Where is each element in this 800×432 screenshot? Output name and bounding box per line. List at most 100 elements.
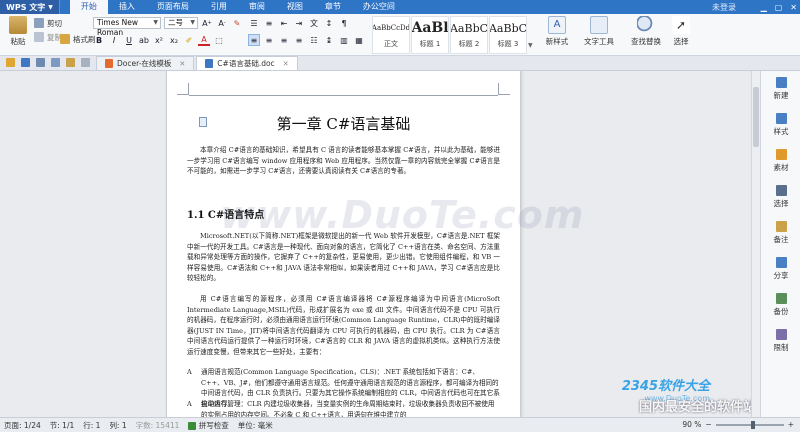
char-border-icon[interactable]: ⬚ (213, 34, 225, 46)
document-tab[interactable]: Docer-在线模板 ✕ (96, 56, 195, 71)
align-center-icon[interactable]: ≡ (263, 34, 275, 46)
font-size-value: 二号 (168, 18, 183, 27)
minimize-icon[interactable]: ▁ (761, 3, 767, 12)
maximize-icon[interactable]: ▢ (775, 3, 783, 12)
select-button[interactable]: ➚ 选择 (668, 16, 694, 47)
menu-tab[interactable]: 插入 (108, 0, 146, 14)
menu-tab[interactable]: 章节 (314, 0, 352, 14)
superscript-icon[interactable]: x² (153, 34, 165, 46)
status-page[interactable]: 页面: 1/24 (4, 420, 41, 431)
align-left-icon[interactable]: ≡ (248, 34, 260, 46)
menu-tab[interactable]: 页面布局 (146, 0, 200, 14)
save-icon[interactable] (21, 58, 30, 67)
zoom-in-icon[interactable]: + (788, 420, 794, 429)
sidebar-item[interactable]: 选择 (761, 185, 800, 209)
zoom-level[interactable]: 90 % (682, 420, 701, 429)
sidebar-item[interactable]: 分享 (761, 257, 800, 281)
magnifier-icon (637, 16, 655, 34)
sort-icon[interactable]: ↕ (323, 17, 335, 29)
border-icon[interactable]: ▦ (353, 34, 365, 46)
document-tab-label: Docer-在线模板 (117, 58, 172, 68)
document-page[interactable]: 第一章 C#语言基础 本章介绍 C#语言的基础知识，希望具有 C 语言的读者能够… (166, 71, 521, 417)
highlight-icon[interactable]: ✐ (183, 34, 195, 46)
bullet-list-icon[interactable]: ☰ (248, 17, 260, 29)
redo-icon[interactable] (81, 58, 90, 67)
text-tools-button[interactable]: 文字工具 (580, 16, 618, 47)
style-preset[interactable]: AaBbCcDd 正文 (372, 16, 410, 54)
style-name: 正文 (384, 40, 398, 48)
style-preview: AaBbC (490, 21, 526, 35)
line-spacing-icon[interactable]: ↨ (323, 34, 335, 46)
print-icon[interactable] (36, 58, 45, 67)
window-controls: ▁ ▢ ✕ (761, 0, 797, 14)
spell-check-toggle[interactable]: 拼写检查 (188, 420, 229, 431)
sidebar-item[interactable]: 限制 (761, 329, 800, 353)
paste-button[interactable]: 粘贴 (4, 16, 32, 47)
format-painter-button[interactable]: 格式刷 (60, 32, 96, 46)
justify-icon[interactable]: ≡ (293, 34, 305, 46)
new-style-icon: A (548, 16, 566, 34)
sidebar-item[interactable]: 备份 (761, 293, 800, 317)
document-tabs: Docer-在线模板 ✕ C#语言基础.doc ✕ (96, 56, 300, 70)
new-style-button[interactable]: A 新样式 (540, 16, 574, 47)
menu-tab[interactable]: 开始 (69, 0, 108, 14)
status-word-count[interactable]: 字数: 15411 (136, 420, 180, 431)
watermark-brand: 2345软件大全 (621, 379, 710, 394)
show-marks-icon[interactable]: ¶ (338, 17, 350, 29)
login-link[interactable]: 未登录 (712, 2, 736, 13)
menu-tab[interactable]: 引用 (200, 0, 238, 14)
sidebar-item[interactable]: 样式 (761, 113, 800, 137)
list-item-text: 自动内存管理：CLR 内建垃圾收集器，当变量实例的生命周期结束时，垃圾收集器负责… (201, 400, 495, 417)
menu-tab[interactable]: 审阅 (238, 0, 276, 14)
underline-button[interactable]: U (123, 34, 135, 46)
style-preset[interactable]: AaBl 标题 1 (411, 16, 449, 54)
zoom-slider-knob[interactable] (750, 420, 755, 429)
find-replace-button[interactable]: 查找替换 (626, 16, 666, 47)
grow-font-icon[interactable]: A + (201, 17, 213, 29)
shrink-font-icon[interactable]: A- (216, 17, 228, 29)
style-name: 标题 1 (419, 40, 441, 48)
preview-icon[interactable] (51, 58, 60, 67)
paste-icon (9, 16, 27, 34)
style-preset[interactable]: AaBbC 标题 3 (489, 16, 527, 54)
vertical-scrollbar[interactable] (751, 71, 760, 417)
font-color-button[interactable]: A (198, 34, 210, 46)
app-menu-button[interactable]: WPS 文字 ▼ (0, 0, 60, 14)
cut-label: 剪切 (47, 18, 62, 28)
sidebar-item[interactable]: 新建 (761, 77, 800, 101)
subscript-icon[interactable]: x₂ (168, 34, 180, 46)
clear-format-icon[interactable]: ✎ (231, 17, 243, 29)
menu-tab[interactable]: 视图 (276, 0, 314, 14)
style-scroll-icon[interactable]: ▼ (528, 42, 533, 49)
cut-button[interactable]: 剪切 (34, 16, 86, 30)
zoom-slider[interactable] (715, 420, 784, 429)
close-icon[interactable]: ✕ (790, 3, 797, 12)
numbered-list-icon[interactable]: ≡ (263, 17, 275, 29)
indent-icon[interactable]: ⇥ (293, 17, 305, 29)
sidebar-item[interactable]: 备注 (761, 221, 800, 245)
menu-tab[interactable]: 办公空间 (352, 0, 406, 14)
open-icon[interactable] (6, 58, 15, 67)
shading-icon[interactable]: ▥ (338, 34, 350, 46)
style-name: 标题 3 (497, 40, 519, 48)
close-tab-icon[interactable]: ✕ (179, 57, 185, 71)
document-tab[interactable]: C#语言基础.doc ✕ (196, 56, 298, 71)
sidebar-item[interactable]: 素材 (761, 149, 800, 173)
scrollbar-thumb[interactable] (753, 87, 759, 147)
strikethrough-icon[interactable]: ab (138, 34, 150, 46)
outdent-icon[interactable]: ⇤ (278, 17, 290, 29)
style-preset[interactable]: AaBbC 标题 2 (450, 16, 488, 54)
sidebar-item-label: 分享 (773, 271, 789, 280)
align-right-icon[interactable]: ≡ (278, 34, 290, 46)
sidebar-item-label: 选择 (773, 199, 789, 208)
zoom-out-icon[interactable]: − (705, 420, 711, 429)
font-name-select[interactable]: Times New Roman ▼ (93, 17, 161, 37)
status-unit[interactable]: 单位: 毫米 (238, 420, 273, 431)
undo-icon[interactable] (66, 58, 75, 67)
body-paragraph: 用 C#语言编写的源程序，必须用 C#语言编译器将 C#源程序编译为中间语言(M… (187, 295, 500, 356)
distribute-icon[interactable]: ☷ (308, 34, 320, 46)
status-section: 节: 1/1 (49, 420, 75, 430)
chinese-layout-icon[interactable]: 文 (308, 17, 320, 29)
font-size-select[interactable]: 二号 ▼ (164, 17, 198, 29)
close-tab-icon[interactable]: ✕ (283, 57, 289, 71)
